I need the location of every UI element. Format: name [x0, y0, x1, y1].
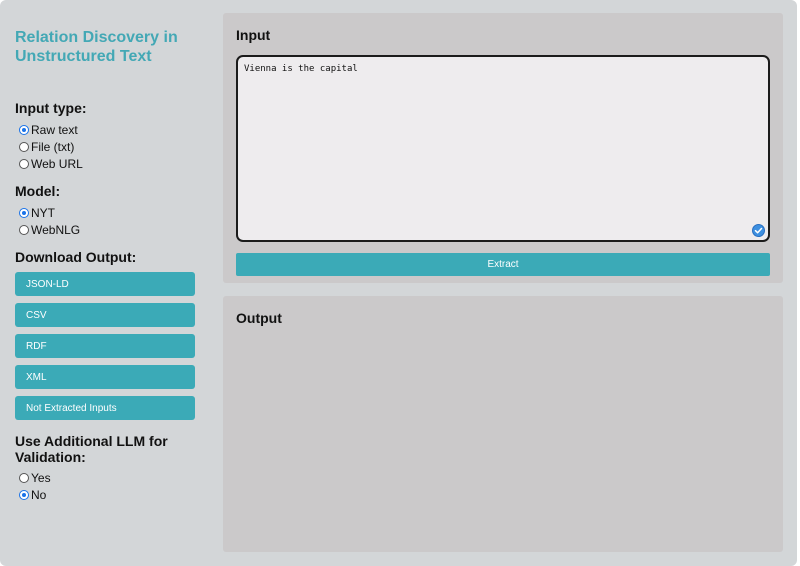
radio-validation-yes[interactable]: Yes [19, 470, 51, 486]
validation-label: Use Additional LLM for Validation: [15, 433, 168, 465]
download-rdf-button[interactable]: RDF [15, 334, 195, 358]
input-panel: Input Vienna is the capital Extract [223, 13, 783, 283]
radio-button[interactable] [19, 142, 29, 152]
download-jsonld-button[interactable]: JSON-LD [15, 272, 195, 296]
radio-label: Web URL [31, 157, 83, 171]
radio-label: Yes [31, 471, 51, 485]
output-panel-title: Output [236, 310, 282, 326]
app-title-line1: Relation Discovery in [15, 29, 178, 46]
validation-label-line2: Validation: [15, 449, 86, 465]
input-type-label: Input type: [15, 100, 87, 116]
radio-label: WebNLG [31, 223, 81, 237]
input-text-value: Vienna is the capital [244, 64, 358, 74]
radio-raw-text[interactable]: Raw text [19, 122, 78, 138]
radio-label: No [31, 488, 47, 502]
radio-label: NYT [31, 206, 55, 220]
validation-label-line1: Use Additional LLM for [15, 433, 168, 449]
checkmark-icon [752, 224, 765, 237]
radio-label: File (txt) [31, 140, 75, 154]
input-panel-title: Input [236, 27, 271, 43]
extract-button[interactable]: Extract [236, 253, 770, 276]
radio-web-url[interactable]: Web URL [19, 156, 83, 172]
model-label: Model: [15, 183, 61, 199]
radio-button-checked[interactable] [19, 125, 29, 135]
download-not-extracted-button[interactable]: Not Extracted Inputs [15, 396, 195, 420]
radio-webnlg[interactable]: WebNLG [19, 222, 80, 238]
radio-button-checked[interactable] [19, 208, 29, 218]
output-panel: Output [223, 296, 783, 552]
input-textarea[interactable]: Vienna is the capital [236, 55, 770, 242]
download-output-label: Download Output: [15, 249, 137, 265]
radio-label: Raw text [31, 123, 78, 137]
radio-validation-no[interactable]: No [19, 487, 46, 503]
radio-file-txt[interactable]: File (txt) [19, 139, 74, 155]
app-title: Relation Discovery in Unstructured Text [15, 28, 200, 66]
app-window: Relation Discovery in Unstructured Text … [0, 0, 797, 566]
radio-button[interactable] [19, 225, 29, 235]
app-title-line2: Unstructured Text [15, 48, 152, 65]
radio-button-checked[interactable] [19, 490, 29, 500]
download-xml-button[interactable]: XML [15, 365, 195, 389]
download-csv-button[interactable]: CSV [15, 303, 195, 327]
radio-button[interactable] [19, 159, 29, 169]
radio-nyt[interactable]: NYT [19, 205, 55, 221]
radio-button[interactable] [19, 473, 29, 483]
